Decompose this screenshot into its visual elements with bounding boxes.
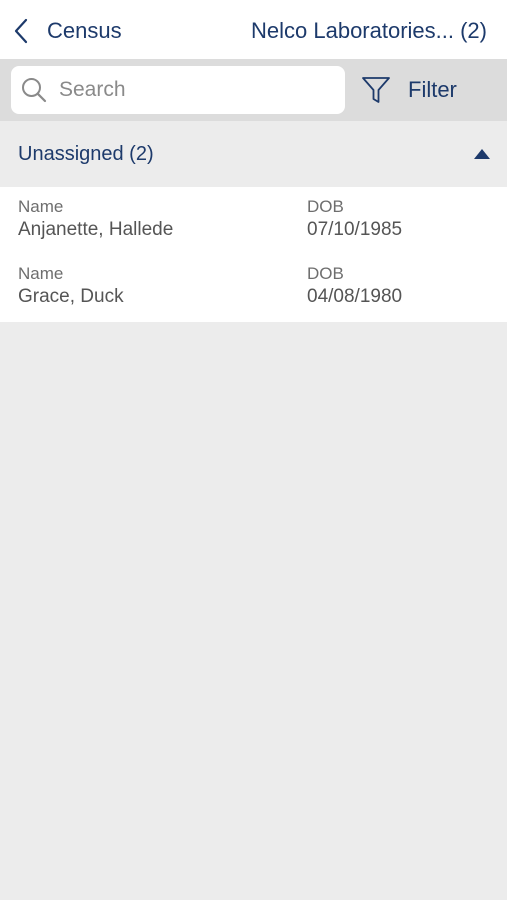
dob-label: DOB	[307, 197, 344, 216]
chevron-left-icon	[14, 18, 28, 44]
search-input[interactable]	[59, 66, 335, 114]
dob-cell: DOB 04/08/1980	[307, 263, 402, 309]
filter-icon	[362, 77, 390, 103]
back-button[interactable]: Census	[14, 14, 122, 48]
name-cell: Name Anjanette, Hallede	[18, 196, 173, 242]
page-title: Nelco Laboratories... (2)	[251, 18, 487, 43]
patient-row[interactable]: Name Grace, Duck DOB 04/08/1980	[0, 254, 507, 321]
patient-name: Anjanette, Hallede	[18, 219, 174, 240]
search-icon	[22, 78, 47, 103]
dob-cell: DOB 07/10/1985	[307, 196, 402, 242]
filter-label: Filter	[408, 77, 457, 102]
dob-label: DOB	[307, 264, 344, 283]
patient-name: Grace, Duck	[18, 286, 124, 307]
name-label: Name	[18, 197, 64, 216]
name-label: Name	[18, 264, 64, 283]
patient-dob: 04/08/1980	[307, 286, 403, 307]
patient-row[interactable]: Name Anjanette, Hallede DOB 07/10/1985	[0, 187, 507, 254]
group-header-unassigned[interactable]: Unassigned (2)	[0, 121, 507, 187]
navigation-bar: Census Nelco Laboratories... (2)	[0, 0, 507, 59]
patient-dob: 07/10/1985	[307, 219, 403, 240]
caret-up-icon[interactable]	[474, 149, 490, 159]
group-title: Unassigned (2)	[18, 143, 154, 165]
name-cell: Name Grace, Duck	[18, 263, 124, 309]
search-bar: Filter	[0, 59, 507, 121]
filter-button[interactable]: Filter	[360, 66, 457, 114]
patient-list: Name Anjanette, Hallede DOB 07/10/1985 N…	[0, 187, 507, 322]
search-field[interactable]	[11, 66, 345, 114]
back-label: Census	[47, 18, 122, 43]
